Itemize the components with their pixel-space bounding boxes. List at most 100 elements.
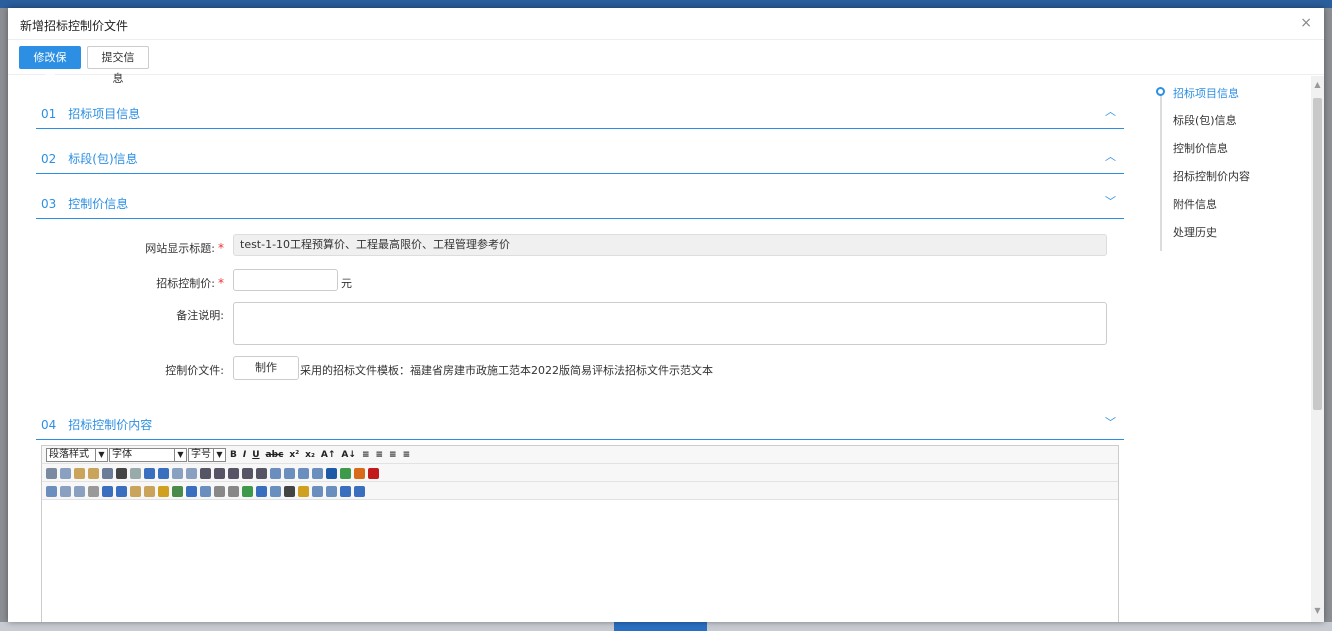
nav-item-control-price-content[interactable]: 招标控制价内容 bbox=[1173, 168, 1250, 184]
letter-spacing-icon[interactable] bbox=[284, 467, 295, 479]
web-icon[interactable] bbox=[242, 485, 253, 497]
price-input[interactable] bbox=[233, 269, 338, 291]
section-lot-info[interactable]: 02 标段(包)信息 ︿ bbox=[36, 128, 1124, 174]
nav-item-lot-info[interactable]: 标段(包)信息 bbox=[1173, 112, 1237, 128]
chevron-down-icon[interactable]: ﹀ bbox=[1105, 414, 1116, 430]
eraser-icon[interactable] bbox=[130, 467, 141, 479]
subscript-icon[interactable]: x₂ bbox=[305, 450, 315, 460]
text-color-icon[interactable] bbox=[298, 467, 309, 479]
make-button[interactable]: 制作 bbox=[233, 356, 299, 380]
paste-text-icon[interactable] bbox=[88, 467, 99, 479]
delete-icon[interactable] bbox=[116, 467, 127, 479]
attachment-icon[interactable] bbox=[88, 485, 99, 497]
fullscreen-icon[interactable] bbox=[340, 485, 351, 497]
scroll-up-icon[interactable]: ▲ bbox=[1311, 80, 1324, 92]
section-project-info[interactable]: 01 招标项目信息 ︿ bbox=[36, 83, 1124, 129]
section-control-price-content[interactable]: 04 招标控制价内容 ﹀ bbox=[36, 394, 1124, 440]
blockquote-icon[interactable] bbox=[256, 467, 267, 479]
editor-body[interactable] bbox=[42, 501, 1118, 622]
paragraph-style-select[interactable]: 段落样式 ▼ bbox=[46, 448, 108, 462]
background-tab bbox=[614, 622, 707, 631]
nav-item-history[interactable]: 处理历史 bbox=[1173, 224, 1217, 240]
remark-textarea[interactable] bbox=[233, 302, 1107, 345]
unordered-list-icon[interactable] bbox=[214, 467, 225, 479]
site-title-field[interactable]: test-1-10工程预算价、工程最高限价、工程管理参考价 bbox=[233, 234, 1107, 256]
cut-icon[interactable] bbox=[46, 467, 57, 479]
section-title: 02 标段(包)信息 bbox=[41, 152, 138, 166]
bold-icon[interactable]: B bbox=[230, 450, 237, 460]
copy-icon[interactable] bbox=[60, 467, 71, 479]
font-shrink-icon[interactable]: A↓ bbox=[341, 450, 356, 460]
nav-item-attachments[interactable]: 附件信息 bbox=[1173, 196, 1217, 212]
dropdown-arrow-icon: ▼ bbox=[213, 449, 225, 461]
frame-icon[interactable] bbox=[102, 485, 113, 497]
template-icon[interactable] bbox=[130, 485, 141, 497]
anchor-icon[interactable] bbox=[256, 485, 267, 497]
align-justify-icon[interactable]: ≡ bbox=[403, 450, 411, 460]
section-control-price-info[interactable]: 03 控制价信息 ﹀ bbox=[36, 173, 1124, 219]
paste-icon[interactable] bbox=[74, 467, 85, 479]
superscript-icon[interactable]: x² bbox=[289, 450, 299, 460]
pdf-icon[interactable] bbox=[368, 467, 379, 479]
help-icon[interactable] bbox=[354, 485, 365, 497]
rich-text-editor: 段落样式 ▼ 字体 ▼ 字号 ▼ B I U abc x² x₂ A↑ A↓ ≡ ≡ … bbox=[41, 445, 1119, 622]
save-button[interactable]: 修改保存 bbox=[19, 46, 81, 85]
nav-item-project-info[interactable]: 招标项目信息 bbox=[1173, 85, 1239, 101]
select-icon[interactable] bbox=[172, 467, 183, 479]
pointer-icon[interactable] bbox=[186, 467, 197, 479]
table-icon[interactable] bbox=[116, 485, 127, 497]
font-select[interactable]: 字体 ▼ bbox=[109, 448, 187, 462]
price-unit: 元 bbox=[341, 277, 352, 290]
vertical-scrollbar[interactable]: ▲ ▼ bbox=[1311, 76, 1324, 622]
editor-toolbar-row-2 bbox=[42, 464, 1118, 482]
media-icon[interactable] bbox=[74, 485, 85, 497]
italic-icon[interactable]: I bbox=[243, 450, 246, 460]
word-icon[interactable] bbox=[326, 467, 337, 479]
submit-button[interactable]: 提交信息 bbox=[87, 46, 149, 85]
chevron-up-icon[interactable]: ︿ bbox=[1105, 103, 1116, 119]
link-icon[interactable] bbox=[214, 485, 225, 497]
redo-icon[interactable] bbox=[158, 467, 169, 479]
align-center-icon[interactable]: ≡ bbox=[375, 450, 383, 460]
chevron-up-icon[interactable]: ︿ bbox=[1105, 148, 1116, 164]
bg-color-icon[interactable] bbox=[312, 467, 323, 479]
find-icon[interactable] bbox=[102, 467, 113, 479]
line-height-icon[interactable] bbox=[270, 467, 281, 479]
font-grow-icon[interactable]: A↑ bbox=[321, 450, 336, 460]
unlink-icon[interactable] bbox=[228, 485, 239, 497]
form-icon[interactable] bbox=[200, 485, 211, 497]
omega-icon[interactable] bbox=[284, 485, 295, 497]
scroll-down-icon[interactable]: ▼ bbox=[1311, 606, 1324, 618]
site-title-label: 网站显示标题: * bbox=[145, 241, 224, 255]
indent-icon[interactable] bbox=[228, 467, 239, 479]
list-icon[interactable] bbox=[270, 485, 281, 497]
underline-icon[interactable]: U bbox=[252, 450, 259, 460]
clean-icon[interactable] bbox=[144, 485, 155, 497]
ordered-list-icon[interactable] bbox=[200, 467, 211, 479]
print-icon[interactable] bbox=[312, 485, 323, 497]
chevron-down-icon[interactable]: ﹀ bbox=[1105, 193, 1116, 209]
font-size-select[interactable]: 字号 ▼ bbox=[188, 448, 226, 462]
image-icon[interactable] bbox=[46, 485, 57, 497]
undo-icon[interactable] bbox=[144, 467, 155, 479]
strikethrough-icon[interactable]: abc bbox=[266, 450, 284, 460]
nav-active-marker bbox=[1156, 87, 1165, 96]
editor-toolbar-row-3 bbox=[42, 482, 1118, 500]
emoji-icon[interactable] bbox=[298, 485, 309, 497]
excel-icon[interactable] bbox=[340, 467, 351, 479]
globe-icon[interactable] bbox=[172, 485, 183, 497]
scroll-thumb[interactable] bbox=[1313, 98, 1322, 410]
close-icon[interactable]: × bbox=[1300, 15, 1312, 31]
price-label: 招标控制价: * bbox=[156, 276, 224, 290]
flash-icon[interactable] bbox=[60, 485, 71, 497]
nav-item-control-price-info[interactable]: 控制价信息 bbox=[1173, 140, 1228, 156]
align-right-icon[interactable]: ≡ bbox=[389, 450, 397, 460]
form-content: 01 招标项目信息 ︿ 02 标段(包)信息 ︿ 03 控制价信息 ﹀ 网站显示标题:… bbox=[8, 76, 1154, 622]
outdent-icon[interactable] bbox=[242, 467, 253, 479]
align-left-icon[interactable]: ≡ bbox=[362, 450, 370, 460]
editor-toolbar-row-1: 段落样式 ▼ 字体 ▼ 字号 ▼ B I U abc x² x₂ A↑ A↓ ≡ ≡ … bbox=[42, 446, 1118, 464]
ppt-icon[interactable] bbox=[354, 467, 365, 479]
hr-icon[interactable] bbox=[186, 485, 197, 497]
spellcheck-icon[interactable] bbox=[158, 485, 169, 497]
grid-icon[interactable] bbox=[326, 485, 337, 497]
